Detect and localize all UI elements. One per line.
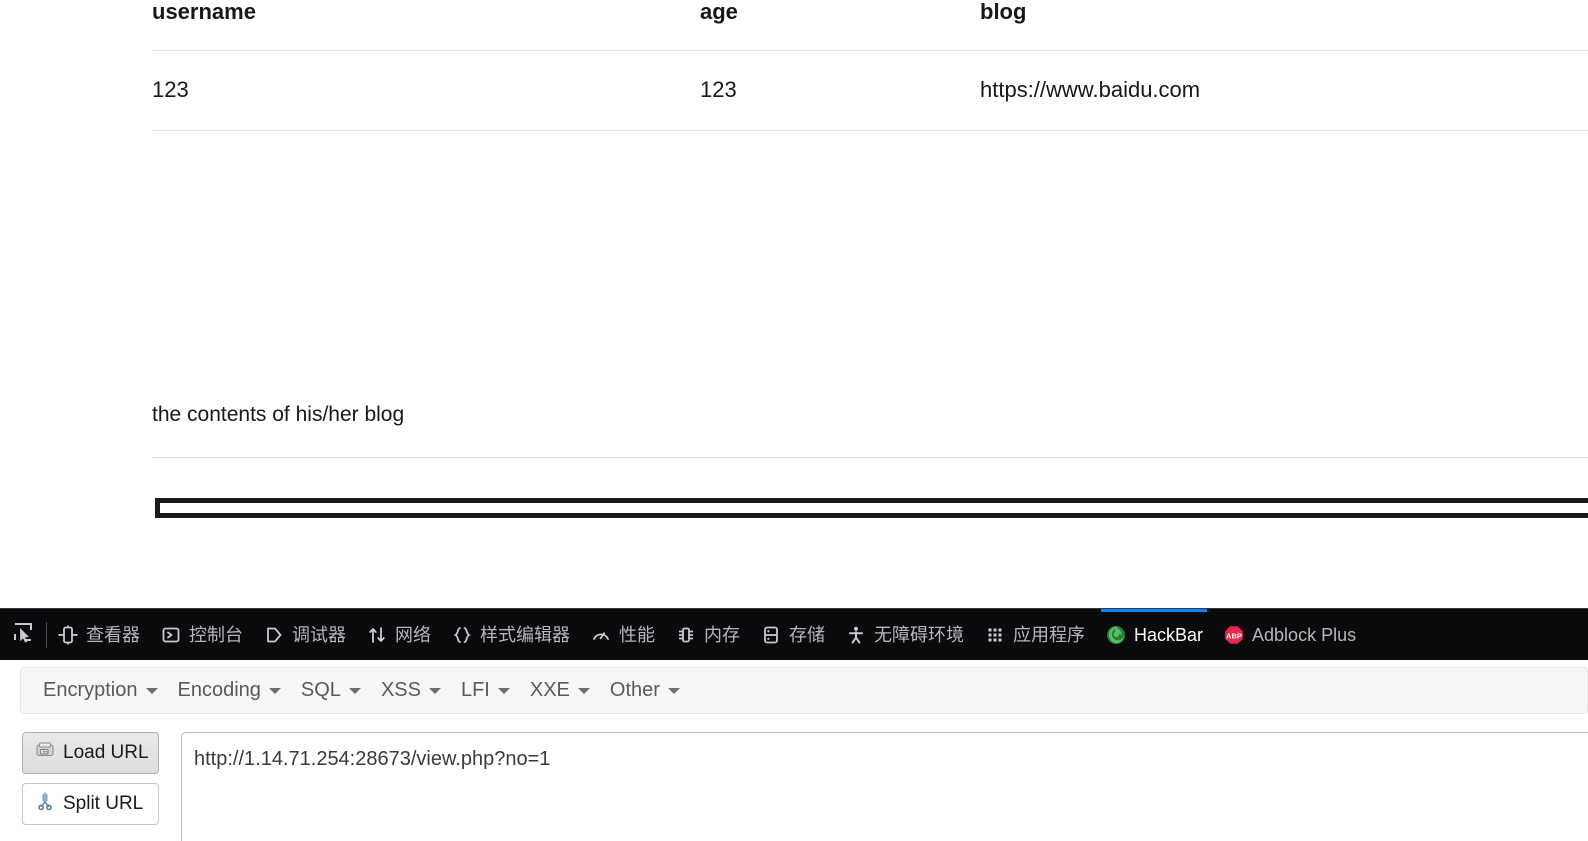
table-head: username age blog — [152, 0, 1588, 51]
hackbar-body: Load URL Split URL — [0, 724, 1588, 841]
tab-application[interactable]: 应用程序 — [974, 609, 1095, 660]
hackbar-action-buttons: Load URL Split URL — [22, 724, 159, 841]
tab-performance-label: 性能 — [619, 624, 655, 645]
menu-other-label: Other — [609, 679, 660, 701]
page-viewport: username age blog 123 123 https://www.ba… — [0, 0, 1588, 604]
split-url-scissors-icon — [35, 791, 55, 817]
menu-xxe-label: XXE — [529, 679, 570, 701]
chevron-down-icon — [145, 687, 158, 694]
blog-body-text: the contents of his/her blog — [152, 403, 405, 426]
tab-debugger-label: 调试器 — [292, 624, 346, 645]
table-body: 123 123 https://www.baidu.com — [152, 50, 1588, 132]
chevron-down-icon — [348, 687, 361, 694]
chevron-down-icon — [497, 687, 510, 694]
table-row: 123 123 https://www.baidu.com — [152, 50, 1588, 132]
menu-xxe[interactable]: XXE — [520, 675, 600, 706]
debugger-icon — [263, 624, 285, 646]
memory-icon — [675, 624, 697, 646]
browser-window: username age blog 123 123 https://www.ba… — [0, 0, 1588, 841]
menu-encryption-label: Encryption — [43, 679, 138, 701]
menu-lfi-label: LFI — [460, 679, 490, 701]
hackbar-menubar: Encryption Encoding SQL XSS LFI XXE Othe… — [20, 667, 1588, 714]
network-icon — [366, 624, 388, 646]
adblock-plus-icon: ABP — [1223, 624, 1245, 646]
tab-network[interactable]: 网络 — [356, 609, 441, 660]
split-url-button[interactable]: Split URL — [22, 783, 159, 825]
menu-sql[interactable]: SQL — [291, 675, 371, 706]
chevron-down-icon — [667, 687, 680, 694]
tab-memory-label: 内存 — [704, 624, 740, 645]
tab-storage[interactable]: 存储 — [750, 609, 835, 660]
user-table: username age blog 123 123 https://www.ba… — [152, 0, 1588, 132]
tab-performance[interactable]: 性能 — [580, 609, 665, 660]
hackbar-url-area — [159, 724, 1588, 841]
tab-storage-label: 存储 — [789, 624, 825, 645]
tab-accessibility[interactable]: 无障碍环境 — [835, 609, 974, 660]
menu-encryption[interactable]: Encryption — [33, 675, 168, 706]
tab-application-label: 应用程序 — [1013, 624, 1085, 645]
column-header-blog: blog — [980, 0, 1027, 24]
tab-network-label: 网络 — [395, 624, 431, 645]
menu-xss-label: XSS — [380, 679, 421, 701]
column-header-age: age — [700, 0, 738, 24]
tab-accessibility-label: 无障碍环境 — [874, 624, 964, 645]
tab-debugger[interactable]: 调试器 — [253, 609, 356, 660]
page-content: username age blog 123 123 https://www.ba… — [152, 0, 1588, 132]
style-editor-icon — [451, 624, 473, 646]
url-input[interactable] — [181, 732, 1588, 841]
empty-bordered-box — [155, 498, 1588, 518]
tab-hackbar-label: HackBar — [1134, 624, 1204, 645]
cell-blog: https://www.baidu.com — [980, 50, 1588, 132]
tab-adblock-plus[interactable]: ABP Adblock Plus — [1213, 609, 1366, 660]
tab-style-editor-label: 样式编辑器 — [480, 624, 570, 645]
chevron-down-icon — [268, 687, 281, 694]
tab-console[interactable]: 控制台 — [150, 609, 253, 660]
hackbar-icon — [1105, 624, 1127, 646]
tab-memory[interactable]: 内存 — [665, 609, 750, 660]
cell-age: 123 — [700, 50, 980, 132]
console-icon — [160, 624, 182, 646]
menu-xss[interactable]: XSS — [371, 675, 451, 706]
tab-hackbar[interactable]: HackBar — [1095, 609, 1213, 660]
load-url-button[interactable]: Load URL — [22, 732, 159, 774]
storage-icon — [760, 624, 782, 646]
menu-encoding-label: Encoding — [177, 679, 261, 701]
tab-inspector[interactable]: 查看器 — [47, 609, 150, 660]
table-header-row: username age blog — [152, 0, 1588, 51]
performance-icon — [590, 624, 612, 646]
element-picker-button[interactable] — [0, 609, 46, 660]
tab-adblock-plus-label: Adblock Plus — [1252, 624, 1357, 645]
menu-encoding[interactable]: Encoding — [168, 675, 291, 706]
blog-body-section: the contents of his/her blog — [152, 402, 1588, 459]
element-picker-icon — [12, 621, 34, 648]
column-header-username: username — [152, 0, 256, 24]
application-icon — [984, 624, 1006, 646]
chevron-down-icon — [577, 687, 590, 694]
cell-username: 123 — [152, 50, 700, 132]
chevron-down-icon — [428, 687, 441, 694]
split-url-button-label: Split URL — [63, 793, 144, 814]
tab-style-editor[interactable]: 样式编辑器 — [441, 609, 580, 660]
devtools-toolbar: 查看器 控制台 调试器 网络 样式编辑器 性能 内存 存储 无障碍环境 应用程序… — [0, 608, 1588, 660]
horizontal-rule — [152, 457, 1588, 459]
inspector-icon — [57, 624, 79, 646]
menu-lfi[interactable]: LFI — [451, 675, 520, 706]
menu-other[interactable]: Other — [600, 675, 690, 706]
tab-console-label: 控制台 — [189, 624, 243, 645]
accessibility-icon — [845, 624, 867, 646]
hackbar-panel: Encryption Encoding SQL XSS LFI XXE Othe… — [0, 660, 1588, 841]
svg-text:ABP: ABP — [1226, 631, 1242, 640]
tab-inspector-label: 查看器 — [86, 624, 140, 645]
load-url-button-label: Load URL — [63, 742, 149, 763]
load-url-disk-icon — [35, 740, 55, 766]
devtools-tablist: 查看器 控制台 调试器 网络 样式编辑器 性能 内存 存储 无障碍环境 应用程序… — [47, 609, 1588, 660]
menu-sql-label: SQL — [300, 679, 341, 701]
